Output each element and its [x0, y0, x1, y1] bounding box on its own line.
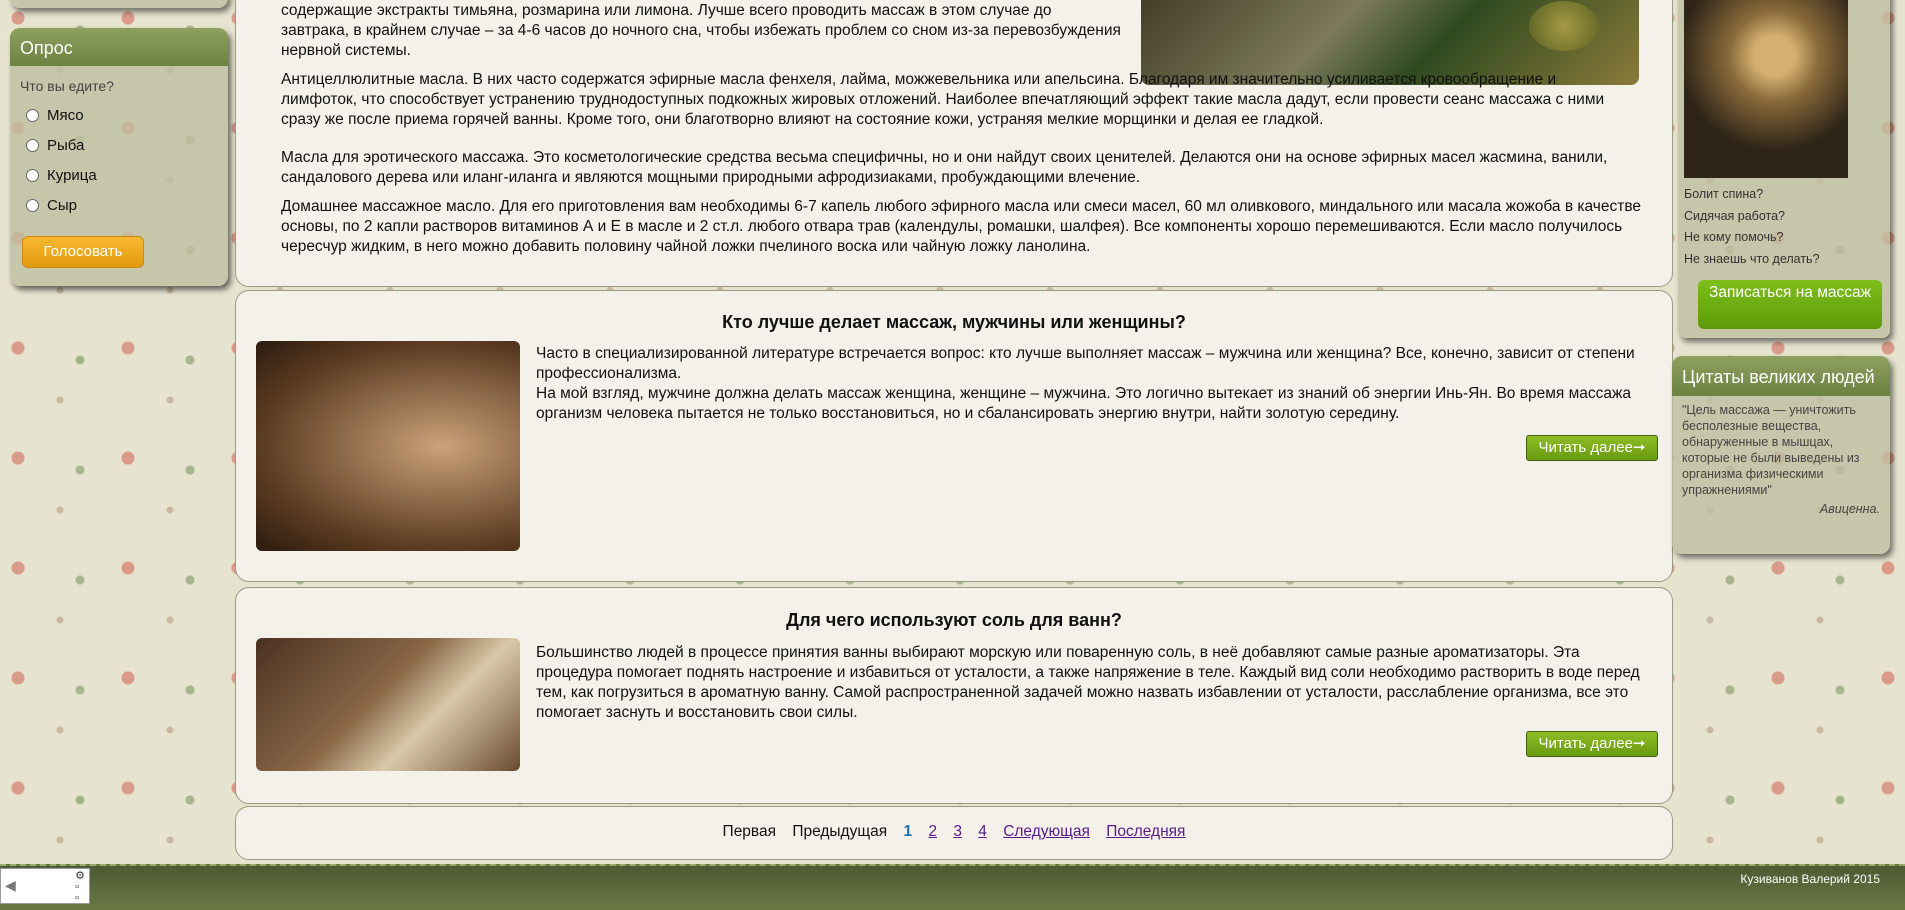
debug-toolbar[interactable]: ◀ ⚙ ▫ ▫: [0, 868, 90, 904]
quotes-widget: Цитаты великих людей "Цель массажа — уни…: [1672, 356, 1890, 554]
quote-text: "Цель массажа — уничтожить бесполезные в…: [1682, 403, 1860, 497]
ad-image: [1684, 0, 1848, 178]
ad-line: Не знаешь что делать?: [1684, 251, 1820, 266]
pager-first[interactable]: Первая: [723, 823, 776, 840]
radio-button[interactable]: [26, 168, 39, 182]
post-excerpt-line: Большинство людей в процессе принятия ва…: [536, 644, 1640, 721]
toolbar-toggle-icon[interactable]: ◀: [5, 877, 16, 894]
ad-line: Болит спина?: [1684, 187, 1764, 201]
poll-option-chicken[interactable]: Курица: [26, 160, 228, 190]
pager: Первая Предыдущая 1 2 3 4 Следующая Посл…: [236, 823, 1672, 841]
post-thumbnail[interactable]: [256, 341, 520, 551]
poll-option-label: Сыр: [47, 196, 77, 214]
ad-lines: Болит спина? Сидячая работа? Не кому пом…: [1684, 184, 1820, 270]
article-text-bottom: Масла для эротического массажа. Это косм…: [281, 148, 1641, 266]
pagination: Первая Предыдущая 1 2 3 4 Следующая Посл…: [235, 806, 1673, 860]
post-title[interactable]: Для чего используют соль для ванн?: [236, 610, 1672, 631]
poll-option-cheese[interactable]: Сыр: [26, 190, 228, 220]
post-excerpt: Большинство людей в процессе принятия ва…: [536, 643, 1646, 723]
pager-page[interactable]: 3: [953, 823, 962, 840]
pager-page-current: 1: [903, 823, 913, 840]
article-paragraph: Антицеллюлитные масла. В них часто содер…: [281, 71, 1605, 128]
post-card: Кто лучше делает массаж, мужчины или жен…: [235, 290, 1673, 582]
radio-button[interactable]: [26, 108, 39, 122]
article-paragraph: Домашнее массажное масло. Для его пригот…: [281, 198, 1641, 255]
ad-line: Сидячая работа?: [1684, 208, 1786, 223]
poll-widget: Опрос Что вы едите? Мясо Рыба Курица Сыр…: [10, 28, 228, 286]
post-title[interactable]: Кто лучше делает массаж, мужчины или жен…: [236, 312, 1672, 333]
article-paragraph: Масла для эротического массажа. Это косм…: [281, 149, 1608, 186]
poll-option-label: Мясо: [47, 106, 84, 124]
toolbar-settings-icon[interactable]: ⚙ ▫ ▫: [75, 871, 85, 904]
article-text-top: содержащие экстракты тимьяна, розмарина …: [281, 1, 1604, 139]
pager-next[interactable]: Следующая: [1003, 823, 1090, 840]
signup-massage-button[interactable]: Записаться на массаж: [1698, 280, 1882, 329]
ad-line: Не кому помочь?: [1684, 230, 1784, 244]
article-panel: содержащие экстракты тимьяна, розмарина …: [235, 0, 1673, 287]
quotes-title: Цитаты великих людей: [1672, 356, 1890, 396]
massage-ad-widget: Болит спина? Сидячая работа? Не кому пом…: [1678, 0, 1890, 338]
footer-copyright: Кузиванов Валерий 2015: [1740, 872, 1880, 886]
poll-question: Что вы едите?: [20, 78, 114, 94]
post-excerpt-line: Часто в специализированной литературе вс…: [536, 345, 1635, 382]
pager-prev[interactable]: Предыдущая: [792, 823, 887, 840]
poll-option-label: Курица: [47, 166, 97, 184]
poll-option-meat[interactable]: Мясо: [26, 100, 228, 130]
post-excerpt: Часто в специализированной литературе вс…: [536, 344, 1646, 424]
radio-button[interactable]: [26, 198, 39, 212]
article-paragraph: содержащие экстракты тимьяна, розмарина …: [281, 2, 1121, 59]
pager-last[interactable]: Последняя: [1106, 823, 1185, 840]
pager-page[interactable]: 4: [978, 823, 987, 840]
radio-button[interactable]: [26, 138, 39, 152]
post-excerpt-line: На мой взгляд, мужчине должна делать мас…: [536, 385, 1631, 422]
left-widget-stub: [10, 0, 228, 8]
quote-author: Авиценна.: [1819, 502, 1880, 516]
poll-title: Опрос: [10, 28, 228, 66]
footer: Кузиванов Валерий 2015: [0, 864, 1905, 910]
read-more-button[interactable]: Читать далее➙: [1526, 435, 1658, 461]
post-thumbnail[interactable]: [256, 638, 520, 771]
vote-button[interactable]: Голосовать: [22, 236, 144, 268]
read-more-button[interactable]: Читать далее➙: [1526, 731, 1658, 757]
poll-option-fish[interactable]: Рыба: [26, 130, 228, 160]
post-card: Для чего используют соль для ванн? Больш…: [235, 587, 1673, 804]
poll-option-label: Рыба: [47, 136, 85, 154]
pager-page[interactable]: 2: [928, 823, 937, 840]
